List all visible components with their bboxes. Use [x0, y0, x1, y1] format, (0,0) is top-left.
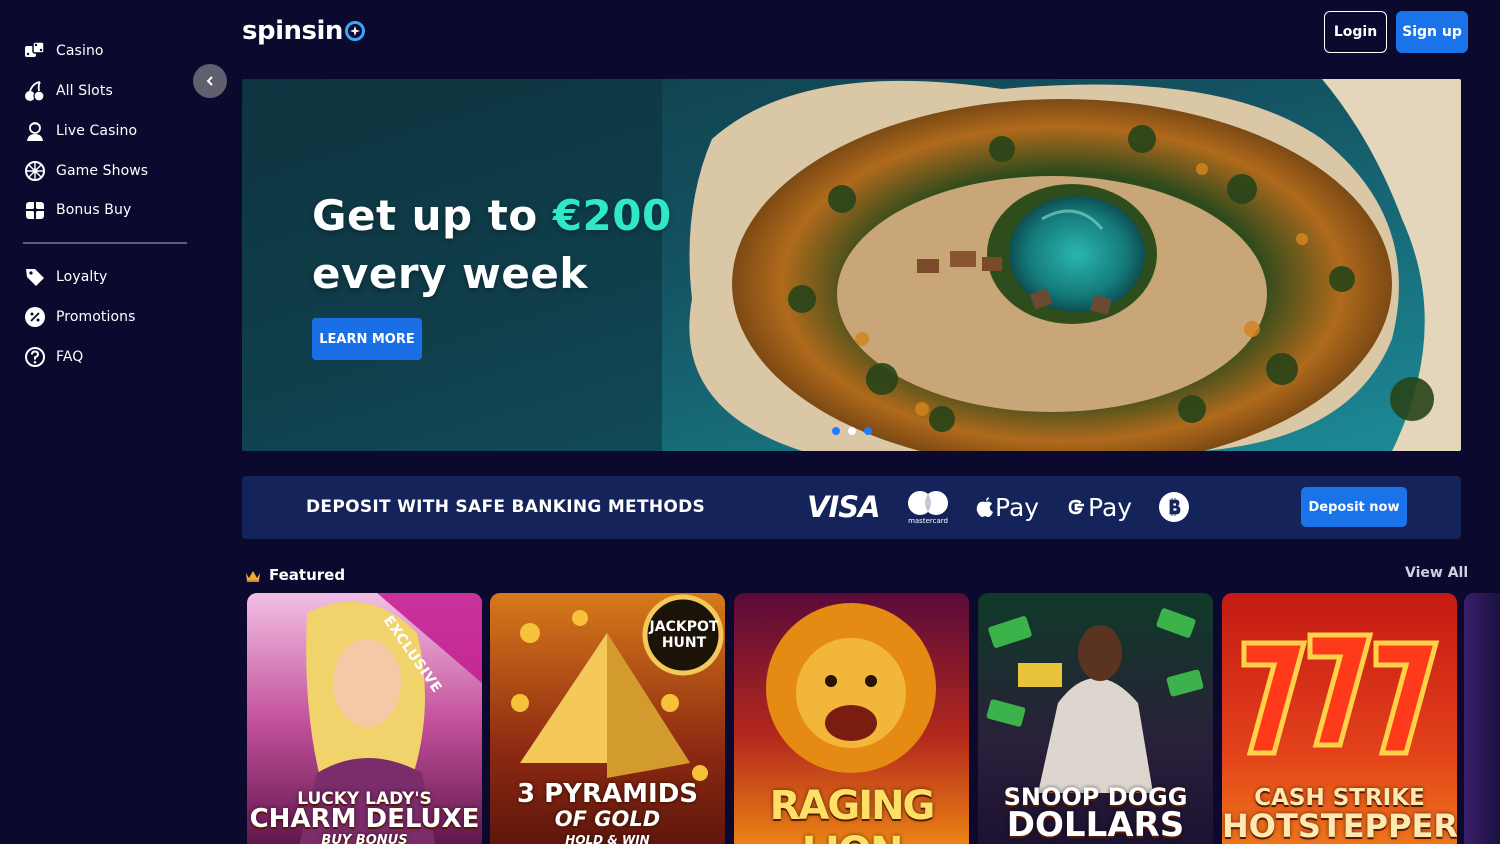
- jackpot-hunt-badge: JACKPOT HUNT: [648, 619, 720, 651]
- visa-logo: VISA: [807, 490, 881, 524]
- sidebar-item-live-casino[interactable]: Live Casino: [24, 118, 137, 144]
- dealer-icon: [24, 120, 46, 142]
- sidebar-item-label: Game Shows: [56, 163, 149, 179]
- sidebar-item-label: Live Casino: [56, 123, 138, 139]
- game-card-lucky-ladys-charm[interactable]: EXCLUSIVE LUCKY LADY'S CHARM DELUXE BUY …: [247, 593, 482, 844]
- hero-title-amount: €200: [552, 191, 672, 240]
- deposit-now-button[interactable]: Deposit now: [1301, 487, 1407, 527]
- learn-more-button[interactable]: LEARN MORE: [312, 318, 422, 360]
- game-card-snoop-dogg-dollars[interactable]: SNOOP DOGG DOLLARS: [978, 593, 1213, 844]
- cherries-icon: [24, 80, 46, 102]
- sidebar-item-label: All Slots: [56, 83, 113, 99]
- sidebar-divider: [23, 242, 187, 244]
- mastercard-circles-icon: [908, 490, 948, 515]
- game-card-3-pyramids-of-gold[interactable]: JACKPOT HUNT 3 PYRAMIDS OF GOLD HOLD & W…: [490, 593, 725, 844]
- badge-line2: HUNT: [661, 635, 707, 651]
- hero-title-line2: every week: [312, 249, 588, 298]
- apple-pay-logo: Pay: [975, 488, 1039, 526]
- sidebar-item-loyalty[interactable]: Loyalty: [24, 264, 107, 290]
- crown-icon: [245, 568, 261, 587]
- game-title-line3: HOLD & WIN: [565, 833, 650, 844]
- game-card-raging-lion[interactable]: RAGING LION: [734, 593, 969, 844]
- tag-icon: [24, 266, 46, 288]
- percent-badge-icon: [24, 306, 46, 328]
- next-card-peek[interactable]: [1464, 593, 1500, 844]
- game-title-line2: DOLLARS: [1006, 805, 1185, 844]
- sidebar-item-promotions[interactable]: Promotions: [24, 304, 136, 330]
- game-title-line2: OF GOLD: [554, 807, 661, 831]
- carousel-dots: [832, 427, 872, 435]
- gift-icon: [24, 199, 46, 221]
- hero-title-prefix: Get up to: [312, 191, 553, 240]
- login-button[interactable]: Login: [1324, 11, 1387, 53]
- game-card-cash-strike-hotstepper[interactable]: CASH STRIKE HOTSTEPPER: [1222, 593, 1457, 844]
- sidebar: Casino All Slots Live Casino Game Shows …: [0, 0, 232, 844]
- sidebar-item-label: Promotions: [56, 309, 136, 325]
- logo[interactable]: spinsin: [242, 14, 365, 48]
- google-pay-label: Pay: [1088, 492, 1133, 522]
- collapse-sidebar-button[interactable]: [193, 64, 227, 98]
- carousel-dot[interactable]: [864, 427, 872, 435]
- game-title-line2: CHARM DELUXE: [249, 804, 480, 834]
- apple-pay-label: Pay: [995, 492, 1040, 522]
- sidebar-item-bonus-buy[interactable]: Bonus Buy: [24, 197, 131, 223]
- game-title-line2: HOTSTEPPER: [1222, 807, 1457, 844]
- hero-banner[interactable]: Get up to €200 every week LEARN MORE: [242, 79, 1461, 451]
- sidebar-item-game-shows[interactable]: Game Shows: [24, 158, 148, 184]
- signup-button[interactable]: Sign up: [1396, 11, 1468, 53]
- mastercard-logo: mastercard: [903, 488, 953, 526]
- deposit-banner: DEPOSIT WITH SAFE BANKING METHODS VISA m…: [242, 476, 1461, 539]
- badge-line1: JACKPOT: [649, 619, 719, 635]
- bitcoin-logo: [1158, 488, 1190, 526]
- logo-mark-icon: [344, 21, 365, 41]
- carousel-dot[interactable]: [832, 427, 840, 435]
- chevron-left-icon: [206, 76, 213, 86]
- game-title-line1: 3 PYRAMIDS: [516, 779, 699, 809]
- carousel-dot-active[interactable]: [848, 427, 856, 435]
- sidebar-item-casino[interactable]: Casino: [24, 38, 104, 64]
- google-pay-logo: Pay: [1064, 488, 1132, 526]
- game-title-line3: BUY BONUS: [321, 833, 408, 844]
- sidebar-item-label: Bonus Buy: [56, 202, 132, 218]
- sidebar-item-all-slots[interactable]: All Slots: [24, 78, 113, 104]
- hero-title: Get up to €200 every week: [312, 187, 672, 303]
- sidebar-item-label: Casino: [56, 43, 104, 59]
- sidebar-item-label: Loyalty: [56, 269, 108, 285]
- deposit-title: DEPOSIT WITH SAFE BANKING METHODS: [306, 497, 706, 517]
- view-all-link[interactable]: View All: [1405, 565, 1468, 581]
- dice-icon: [24, 40, 46, 62]
- featured-title: Featured: [269, 566, 346, 584]
- logo-text: spinsin: [242, 16, 343, 46]
- question-icon: [24, 346, 46, 368]
- bitcoin-icon: [1159, 492, 1189, 522]
- mastercard-label: mastercard: [908, 516, 948, 525]
- sidebar-item-faq[interactable]: FAQ: [24, 344, 83, 370]
- game-title-line1: RAGING LION: [769, 783, 936, 844]
- sidebar-item-label: FAQ: [56, 349, 84, 365]
- apple-icon: [976, 497, 993, 517]
- wheel-icon: [24, 160, 46, 182]
- google-g-icon: [1068, 499, 1084, 515]
